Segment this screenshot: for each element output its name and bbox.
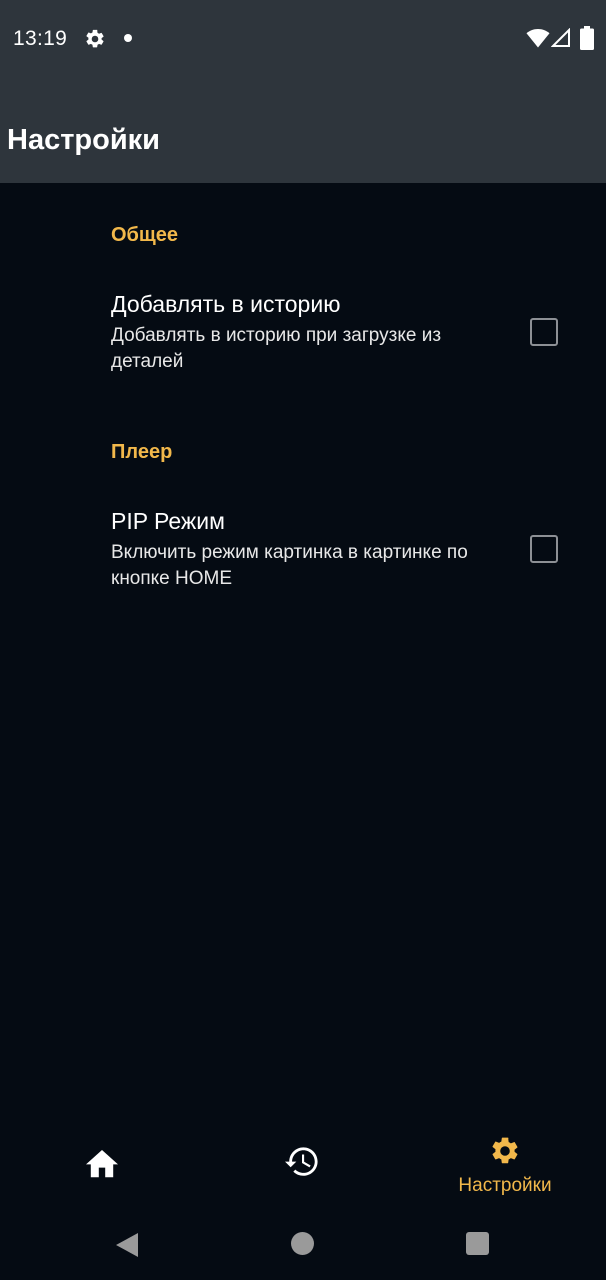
battery-icon: [580, 26, 594, 50]
pref-title: PIP Режим: [111, 508, 225, 534]
gear-icon: [492, 1137, 518, 1164]
recent-apps-icon[interactable]: [466, 1232, 489, 1255]
wifi-icon: [526, 29, 550, 48]
nav-label-settings: Настройки: [458, 1175, 552, 1196]
add-to-history-checkbox[interactable]: [530, 318, 558, 346]
gear-icon: [86, 29, 104, 48]
pref-pip-mode[interactable]: PIP Режим Включить режим картинка в карт…: [0, 508, 606, 608]
notification-dot: [124, 34, 132, 42]
page-title: Настройки: [7, 124, 161, 156]
pref-add-to-history[interactable]: Добавлять в историю Добавлять в историю …: [0, 291, 606, 391]
app-bar: Настройки: [0, 78, 606, 183]
bottom-navigation: Настройки: [0, 1120, 606, 1210]
pip-mode-checkbox[interactable]: [530, 535, 558, 563]
pref-summary: Включить режим картинка в картинке по кн…: [111, 542, 468, 589]
nav-item-settings[interactable]: Настройки: [445, 1120, 565, 1210]
section-header-general: Общее: [111, 224, 179, 246]
nav-item-home[interactable]: [72, 1120, 132, 1210]
section-header-player: Плеер: [111, 441, 173, 463]
home-icon: [86, 1150, 118, 1178]
pref-summary: Добавлять в историю при загрузке из дета…: [111, 325, 442, 372]
home-circle-icon[interactable]: [291, 1232, 314, 1255]
status-time: 13:19: [13, 27, 68, 50]
nav-item-history[interactable]: [273, 1120, 333, 1210]
system-navigation-bar: [0, 1210, 606, 1280]
history-icon: [285, 1147, 318, 1176]
pref-title: Добавлять в историю: [111, 291, 341, 317]
signal-icon: [551, 28, 570, 47]
back-icon[interactable]: [114, 1231, 140, 1259]
status-bar: 13:19: [0, 0, 606, 78]
